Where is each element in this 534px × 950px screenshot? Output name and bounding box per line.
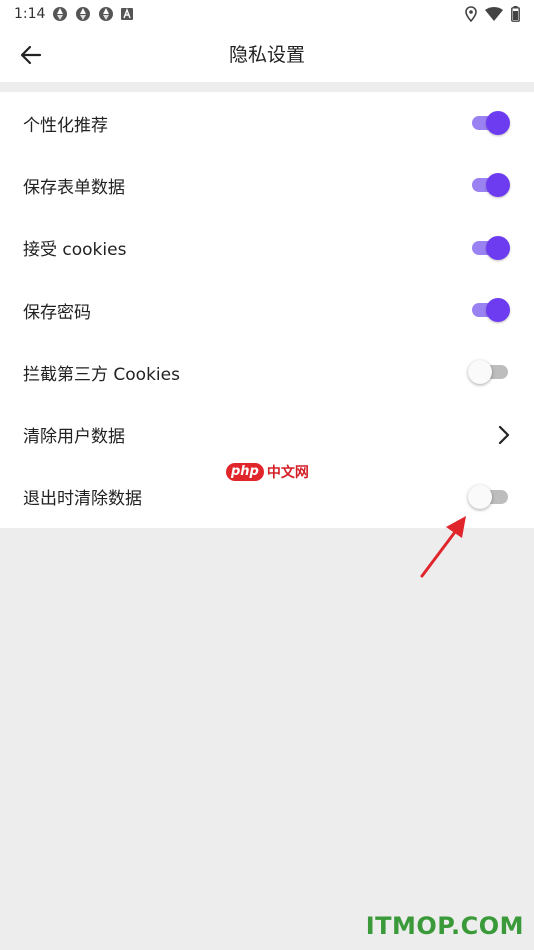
switch-thumb <box>468 484 492 509</box>
annotation-arrow-icon <box>420 516 466 578</box>
site-watermark: ITMOP.COM <box>365 912 524 940</box>
php-text: 中文网 <box>266 465 309 481</box>
setting-save-form-data[interactable]: 保存表单数据 <box>0 154 534 216</box>
personalized-recommendation-switch[interactable] <box>470 111 510 136</box>
wifi-icon <box>485 7 503 21</box>
status-time: 1:14 <box>14 6 46 22</box>
switch-thumb <box>486 111 510 136</box>
setting-label: 保存表单数据 <box>23 177 125 198</box>
status-left: 1:14 <box>14 6 134 22</box>
save-form-data-switch[interactable] <box>470 173 510 198</box>
back-button[interactable] <box>12 36 50 74</box>
setting-save-password[interactable]: 保存密码 <box>0 279 534 341</box>
setting-label: 保存密码 <box>23 302 91 323</box>
battery-icon <box>511 6 520 22</box>
switch-thumb <box>468 360 492 385</box>
setting-label: 退出时清除数据 <box>23 489 142 510</box>
setting-accept-cookies[interactable]: 接受 cookies <box>0 217 534 279</box>
location-icon <box>465 6 477 22</box>
setting-block-third-party-cookies[interactable]: 拦截第三方 Cookies <box>0 341 534 403</box>
status-bar: 1:14 <box>0 0 534 28</box>
app-bar: 隐私设置 <box>0 28 534 82</box>
chevron-right-icon <box>494 423 514 447</box>
section-divider <box>0 82 534 92</box>
php-watermark: php 中文网 <box>226 462 309 482</box>
switch-thumb <box>486 173 510 198</box>
status-right <box>465 6 520 22</box>
switch-thumb <box>486 298 510 323</box>
accept-cookies-switch[interactable] <box>470 235 510 260</box>
setting-personalized-recommendation[interactable]: 个性化推荐 <box>0 92 534 154</box>
arrow-left-icon <box>20 45 42 65</box>
setting-label: 拦截第三方 Cookies <box>23 364 180 385</box>
page-title: 隐私设置 <box>228 44 305 66</box>
clear-data-on-exit-switch[interactable] <box>468 484 508 509</box>
setting-label: 个性化推荐 <box>23 115 108 136</box>
setting-label: 清除用户数据 <box>23 427 125 448</box>
aperture-icon <box>52 6 68 22</box>
a-box-icon <box>121 8 134 20</box>
setting-label: 接受 cookies <box>23 240 127 261</box>
aperture-icon <box>75 6 91 22</box>
block-third-party-cookies-switch[interactable] <box>468 360 508 385</box>
aperture-icon <box>98 6 114 22</box>
switch-thumb <box>486 235 510 260</box>
setting-clear-user-data[interactable]: 清除用户数据 <box>0 403 534 465</box>
save-password-switch[interactable] <box>470 298 510 323</box>
php-badge: php <box>226 463 264 481</box>
